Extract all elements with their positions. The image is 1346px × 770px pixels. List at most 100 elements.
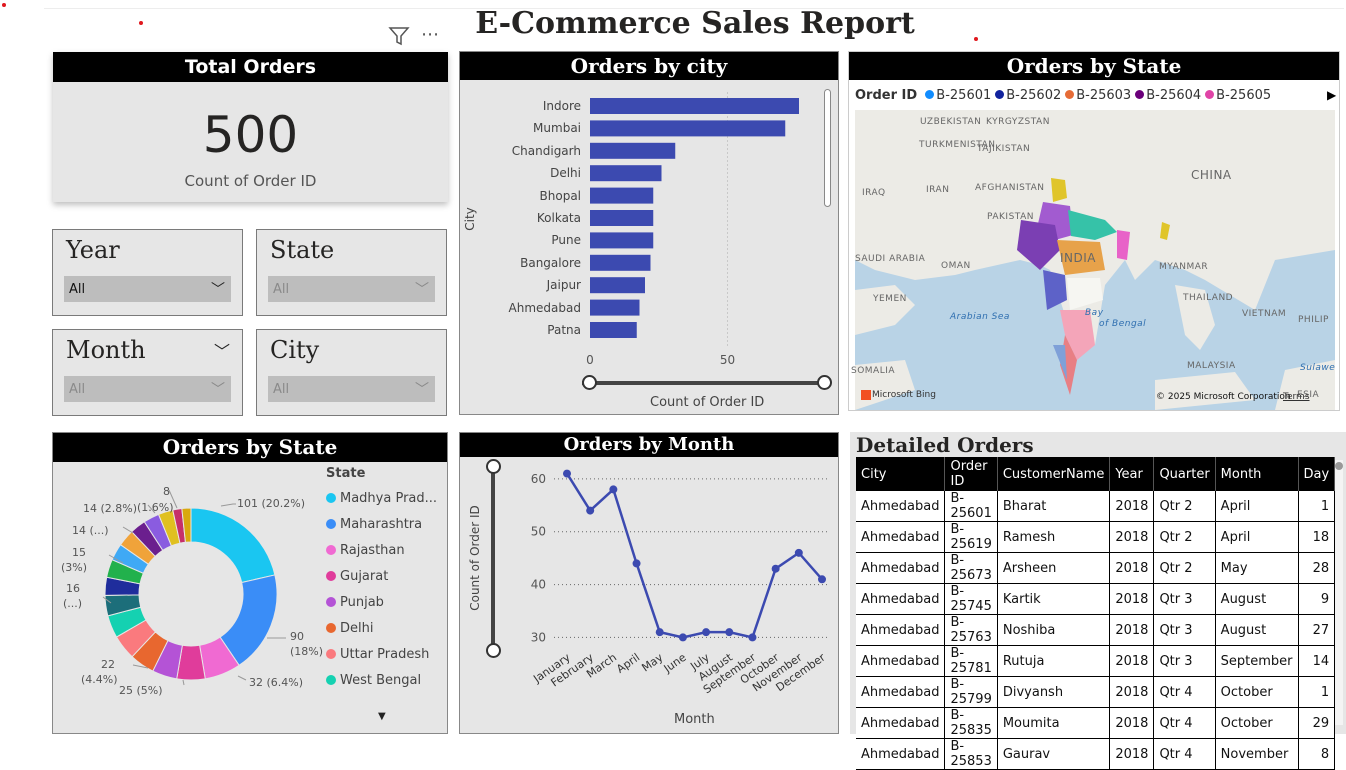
table-cell: Qtr 4 bbox=[1153, 676, 1216, 708]
state-dropdown[interactable]: All ﹀ bbox=[268, 276, 435, 302]
bar[interactable] bbox=[590, 98, 799, 114]
state-slicer[interactable]: State All ﹀ bbox=[256, 229, 447, 316]
city-slicer[interactable]: City All ﹀ bbox=[256, 329, 447, 416]
leader-line bbox=[237, 675, 247, 681]
data-point[interactable] bbox=[771, 564, 780, 573]
range-slider[interactable] bbox=[582, 381, 828, 385]
table-row[interactable]: Ahmedabad B-25619 Ramesh 2018 Qtr 2 April 18 bbox=[856, 521, 1336, 553]
map-terms-link[interactable]: Terms bbox=[1283, 392, 1310, 402]
filter-icon[interactable] bbox=[388, 25, 410, 47]
column-header[interactable]: Day bbox=[1298, 457, 1336, 491]
bar[interactable] bbox=[590, 254, 651, 271]
table-row[interactable]: Ahmedabad B-25853 Gaurav 2018 Qtr 4 November 8 bbox=[856, 738, 1336, 770]
slider-handle-left[interactable] bbox=[582, 375, 597, 390]
year-dropdown[interactable]: All ﹀ bbox=[64, 276, 231, 302]
month-dropdown[interactable]: All ﹀ bbox=[64, 376, 231, 402]
table-row[interactable]: Ahmedabad B-25601 Bharat 2018 Qtr 2 April 1 bbox=[856, 491, 1336, 522]
table-scrollbar[interactable] bbox=[1335, 460, 1343, 725]
data-point[interactable] bbox=[702, 628, 711, 637]
bar[interactable] bbox=[590, 142, 676, 159]
legend-item[interactable]: B-25601 bbox=[925, 88, 991, 103]
legend-label: Maharashtra bbox=[340, 516, 423, 532]
chevron-down-icon[interactable]: ﹀ bbox=[214, 338, 230, 362]
scrollbar-thumb[interactable] bbox=[1335, 462, 1343, 470]
table-cell: 29 bbox=[1298, 707, 1336, 739]
total-orders-card: Total Orders 500 Count of Order ID bbox=[53, 52, 448, 202]
slicer-title: Year bbox=[66, 236, 120, 264]
data-point[interactable] bbox=[678, 633, 687, 642]
data-point[interactable] bbox=[748, 633, 757, 642]
data-point[interactable] bbox=[655, 628, 664, 637]
y-tick-label: 60 bbox=[531, 472, 546, 486]
city-bars: 0 50 bbox=[586, 92, 799, 367]
legend-item[interactable]: Maharashtra bbox=[326, 511, 437, 537]
map-place-label: AFGHANISTAN bbox=[975, 183, 1045, 193]
table-row[interactable]: Ahmedabad B-25673 Arsheen 2018 Qtr 2 May 28 bbox=[856, 552, 1336, 584]
table-row[interactable]: Ahmedabad B-25799 Divyansh 2018 Qtr 4 October… bbox=[856, 676, 1336, 708]
table-cell: B-25601 bbox=[944, 491, 998, 522]
legend-item[interactable]: B-25605 bbox=[1205, 88, 1271, 103]
table-cell: 8 bbox=[1298, 738, 1336, 770]
month-line-chart[interactable]: 60504030JanuaryFebruaryMarchAprilMayJune… bbox=[460, 433, 838, 733]
map-place-label: of Bengal bbox=[1099, 319, 1147, 329]
legend-scroll-down-icon[interactable]: ▼ bbox=[378, 711, 386, 722]
bar[interactable] bbox=[590, 277, 645, 294]
series-line[interactable] bbox=[565, 472, 823, 639]
data-point[interactable] bbox=[609, 485, 618, 494]
legend-item[interactable]: B-25602 bbox=[995, 88, 1061, 103]
legend-item[interactable]: Delhi bbox=[326, 615, 437, 641]
map-place-label: UZBEKISTAN bbox=[920, 117, 982, 127]
data-point[interactable] bbox=[794, 548, 803, 557]
column-header[interactable]: Year bbox=[1109, 457, 1155, 491]
bar[interactable] bbox=[590, 165, 662, 182]
legend-item[interactable]: B-25604 bbox=[1135, 88, 1201, 103]
table-row[interactable]: Ahmedabad B-25835 Moumita 2018 Qtr 4 October 2… bbox=[856, 707, 1336, 739]
data-point[interactable] bbox=[632, 559, 641, 568]
orders-table: City Order ID CustomerName Year Quarter Month… bbox=[856, 457, 1336, 770]
table-row[interactable]: Ahmedabad B-25763 Noshiba 2018 Qtr 3 August 27 bbox=[856, 614, 1336, 646]
bar[interactable] bbox=[590, 322, 637, 338]
slider-handle-right[interactable] bbox=[817, 375, 832, 390]
column-header[interactable]: Quarter bbox=[1153, 457, 1216, 491]
donut-slice[interactable] bbox=[190, 507, 276, 584]
bar[interactable] bbox=[590, 187, 654, 204]
legend-item[interactable]: Rajasthan bbox=[326, 537, 437, 563]
map-place-label: MALAYSIA bbox=[1187, 361, 1236, 371]
bar[interactable] bbox=[590, 299, 640, 316]
slicer-title: State bbox=[270, 236, 335, 264]
column-header[interactable]: CustomerName bbox=[997, 457, 1111, 491]
column-header[interactable]: Month bbox=[1215, 457, 1299, 491]
data-point[interactable] bbox=[563, 469, 571, 478]
dropdown-value: All bbox=[69, 382, 86, 397]
legend-item[interactable]: Gujarat bbox=[326, 563, 437, 589]
legend-next-icon[interactable]: ▶ bbox=[1327, 88, 1336, 102]
table-cell: Noshiba bbox=[997, 614, 1111, 646]
city-dropdown[interactable]: All ﹀ bbox=[268, 376, 435, 402]
legend-item[interactable]: West Bengal bbox=[326, 667, 437, 693]
table-cell: B-25763 bbox=[944, 614, 998, 646]
more-options-icon[interactable]: ⋯ bbox=[421, 24, 439, 45]
legend-item[interactable]: Uttar Pradesh bbox=[326, 641, 437, 667]
legend-item[interactable]: B-25603 bbox=[1065, 88, 1131, 103]
table-cell: Ahmedabad bbox=[856, 645, 946, 677]
orders-by-state-donut: Orders by State 101 (20.2%) 90 (18%) 32 (6.… bbox=[52, 432, 448, 734]
month-slicer[interactable]: Month ﹀ All ﹀ bbox=[52, 329, 243, 416]
legend-item[interactable]: Punjab bbox=[326, 589, 437, 615]
legend-swatch bbox=[1065, 90, 1075, 99]
column-header[interactable]: Order ID bbox=[944, 457, 998, 491]
data-point[interactable] bbox=[818, 575, 826, 584]
bar[interactable] bbox=[590, 210, 654, 226]
data-point[interactable] bbox=[586, 506, 595, 515]
scrollbar[interactable] bbox=[824, 89, 831, 207]
legend-title: Order ID bbox=[855, 88, 918, 103]
table-row[interactable]: Ahmedabad B-25745 Kartik 2018 Qtr 3 August 9 bbox=[856, 583, 1336, 615]
data-point[interactable] bbox=[725, 628, 734, 637]
bar[interactable] bbox=[590, 232, 654, 249]
bar[interactable] bbox=[590, 120, 786, 137]
column-header[interactable]: City bbox=[856, 457, 946, 491]
legend-item[interactable]: Madhya Prad... bbox=[326, 485, 437, 511]
table-cell: Ramesh bbox=[997, 521, 1111, 553]
table-row[interactable]: Ahmedabad B-25781 Rutuja 2018 Qtr 3 September… bbox=[856, 645, 1336, 677]
year-slicer[interactable]: Year All ﹀ bbox=[52, 229, 243, 316]
x-tick-label: 50 bbox=[720, 353, 735, 367]
